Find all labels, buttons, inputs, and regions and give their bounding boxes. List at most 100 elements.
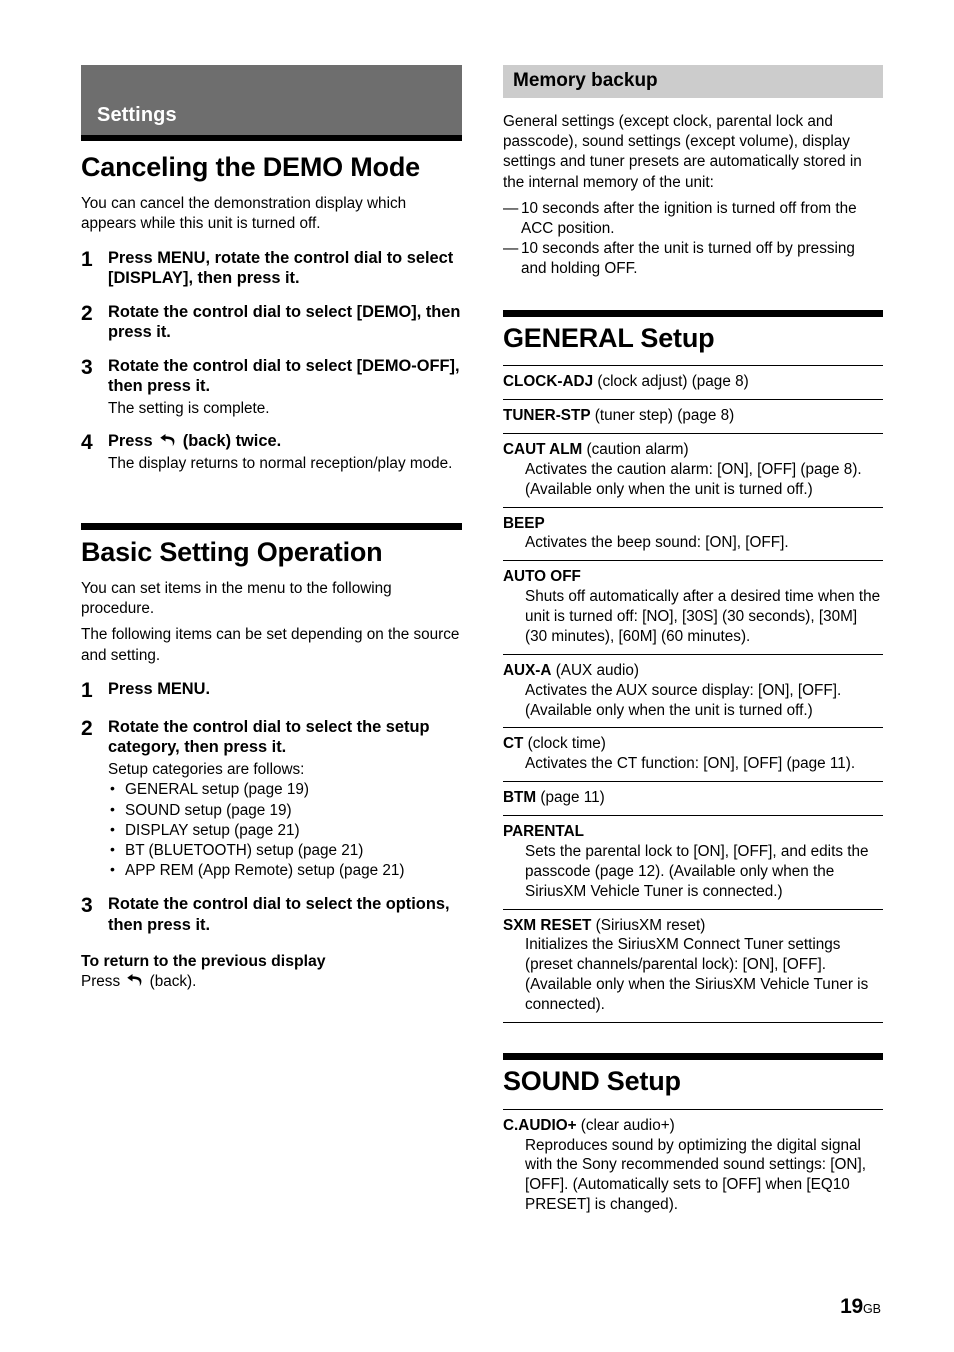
step-title: Press (back) twice.	[108, 431, 462, 452]
setup-term: PARENTAL	[503, 822, 883, 842]
setup-term-name: BTM	[503, 789, 537, 807]
step-title: Rotate the control dial to select the op…	[108, 895, 450, 934]
step-title: Rotate the control dial to select [DEMO-…	[108, 356, 460, 396]
list-item: DISPLAY setup (page 21)	[108, 820, 462, 841]
list-item: 10 seconds after the unit is turned off …	[503, 239, 883, 279]
basic-intro-paragraph-2: The following items can be set depending…	[81, 626, 460, 664]
step-number: 3	[81, 894, 93, 918]
chapter-band-rule	[81, 135, 462, 141]
setup-term-name: C.AUDIO+	[503, 1116, 577, 1134]
setup-item: SXM RESET (SiriusXM reset) Initializes t…	[503, 908, 883, 1023]
setup-description: Activates the AUX source display: [ON], …	[525, 681, 842, 719]
list-item: BT (BLUETOOTH) setup (page 21)	[108, 840, 462, 861]
step-number: 2	[81, 301, 93, 325]
step-item: 2 Rotate the control dial to select [DEM…	[81, 302, 462, 343]
setup-term-name: CT	[503, 735, 524, 753]
section-band-label: Memory backup	[513, 70, 658, 91]
setup-term-suffix: (clear audio+)	[576, 1116, 675, 1134]
step-item: 2 Rotate the control dial to select the …	[81, 717, 462, 882]
section-band-memory-backup: Memory backup	[503, 65, 883, 98]
setup-term: TUNER-STP (tuner step) (page 8)	[503, 406, 883, 426]
memory-backup-dash-list: 10 seconds after the ignition is turned …	[503, 199, 883, 280]
page-number-suffix: GB	[862, 1302, 881, 1316]
step-title: Rotate the control dial to select [DEMO]…	[108, 302, 461, 342]
step-title-text-after-icon: (back) twice.	[178, 432, 282, 451]
step-body: Rotate the control dial to select [DEMO]…	[108, 302, 462, 343]
setup-term: BEEP	[503, 514, 883, 534]
setup-term-name: AUX-A	[503, 661, 552, 679]
subheading-return-to-previous-display: To return to the previous display	[81, 953, 326, 971]
page-number: 19	[840, 1295, 863, 1318]
general-setup-heading-rule	[503, 309, 883, 317]
return-text-after-icon: (back).	[145, 973, 197, 991]
setup-item: BEEP Activates the beep sound: [ON], [OF…	[503, 506, 883, 561]
list-item: 10 seconds after the ignition is turned …	[503, 199, 883, 239]
step-note: Setup categories are follows:	[108, 760, 305, 778]
setup-description: Activates the beep sound: [ON], [OFF].	[525, 534, 789, 552]
setup-term-suffix: (clock time)	[523, 735, 606, 753]
page-footer: 19GB	[840, 1295, 881, 1319]
setup-term-suffix: (page 11)	[536, 789, 605, 807]
setup-description: Activates the caution alarm: [ON], [OFF]…	[525, 460, 862, 498]
setup-term: CAUT ALM (caution alarm)	[503, 440, 883, 460]
setup-item: PARENTAL Sets the parental lock to [ON],…	[503, 815, 883, 909]
setup-term-name: SXM RESET	[503, 916, 592, 934]
step-item: 3 Rotate the control dial to select [DEM…	[81, 356, 462, 419]
step-title: Press MENU.	[108, 679, 211, 698]
setup-item: CT (clock time) Activates the CT functio…	[503, 727, 883, 781]
step-body: Rotate the control dial to select [DEMO-…	[108, 356, 462, 419]
general-setup-list: CLOCK-ADJ (clock adjust) (page 8) TUNER-…	[503, 365, 883, 1023]
setup-term-suffix: (AUX audio)	[551, 661, 640, 679]
section-heading-basic-setting-operation: Basic Setting Operation	[81, 536, 383, 567]
step-item: 4 Press (back) twice. The display return…	[81, 431, 462, 473]
chapter-band-label: Settings	[97, 104, 177, 126]
step-number: 3	[81, 355, 93, 379]
setup-term-suffix: (SiriusXM reset)	[591, 916, 706, 934]
setup-item: AUX-A (AUX audio) Activates the AUX sour…	[503, 653, 883, 728]
setup-description: Initializes the SiriusXM Connect Tuner s…	[525, 936, 869, 1014]
setup-item: TUNER-STP (tuner step) (page 8)	[503, 399, 883, 433]
step-body: Rotate the control dial to select the op…	[108, 894, 462, 935]
memory-backup-paragraph: General settings (except clock, parental…	[503, 113, 862, 191]
setup-term-suffix: (caution alarm)	[582, 440, 689, 458]
setup-term: CLOCK-ADJ (clock adjust) (page 8)	[503, 372, 883, 392]
step-number: 1	[81, 247, 93, 271]
setup-term-suffix: (tuner step) (page 8)	[590, 407, 735, 425]
setup-term-name: CLOCK-ADJ	[503, 373, 594, 391]
step-title-text-before-icon: Press	[108, 432, 158, 451]
step-title: Press MENU, rotate the control dial to s…	[108, 248, 454, 288]
step-item: 3 Rotate the control dial to select the …	[81, 894, 462, 935]
step-item: 1 Press MENU.	[81, 679, 462, 704]
setup-item: BTM (page 11)	[503, 781, 883, 815]
page-title: Canceling the DEMO Mode	[81, 152, 420, 182]
setup-description: Reproduces sound by optimizing the digit…	[525, 1136, 866, 1214]
setup-description: Shuts off automatically after a desired …	[525, 588, 881, 645]
back-arrow-icon	[126, 973, 143, 988]
setup-term-name: TUNER-STP	[503, 407, 591, 425]
sound-setup-heading-rule	[503, 1052, 883, 1060]
step-note: The setting is complete.	[108, 399, 270, 417]
setup-term-name: PARENTAL	[503, 823, 585, 841]
setup-term: C.AUDIO+ (clear audio+)	[503, 1116, 883, 1136]
setup-description: Activates the CT function: [ON], [OFF] (…	[525, 755, 856, 773]
setup-term-name: CAUT ALM	[503, 440, 583, 458]
setup-term: SXM RESET (SiriusXM reset)	[503, 916, 883, 936]
step-number: 4	[81, 431, 93, 455]
setup-term-name: AUTO OFF	[503, 568, 581, 586]
left-column: Settings Canceling the DEMO Mode You can…	[81, 65, 462, 1006]
setup-term: CT (clock time)	[503, 734, 883, 754]
step-note: The display returns to normal reception/…	[108, 454, 453, 472]
step-number: 1	[81, 678, 93, 702]
right-column: Memory backup General settings (except c…	[503, 65, 883, 1222]
basic-intro-paragraph-1: You can set items in the menu to the fol…	[81, 580, 392, 618]
sound-setup-list: C.AUDIO+ (clear audio+) Reproduces sound…	[503, 1108, 883, 1222]
return-instruction: Press (back).	[81, 972, 462, 992]
setup-item: C.AUDIO+ (clear audio+) Reproduces sound…	[503, 1108, 883, 1222]
list-item: GENERAL setup (page 19)	[108, 779, 462, 800]
section-heading-sound-setup: SOUND Setup	[503, 1065, 681, 1096]
list-item: APP REM (App Remote) setup (page 21)	[108, 860, 462, 881]
list-item: SOUND setup (page 19)	[108, 800, 462, 821]
